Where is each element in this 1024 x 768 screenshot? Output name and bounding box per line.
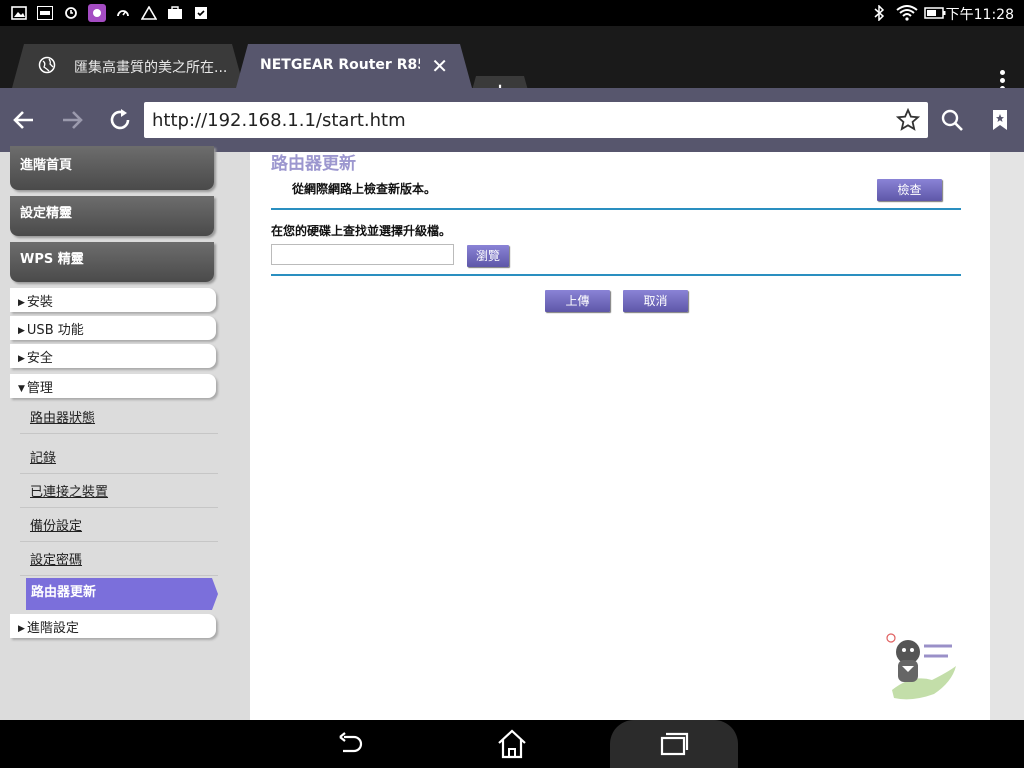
bluetooth-icon (870, 4, 888, 22)
close-icon[interactable]: ✕ (431, 54, 448, 78)
upload-button[interactable]: 上傳 (545, 290, 610, 312)
sidebar-item-label: 管理 (26, 381, 53, 396)
tab-inactive[interactable]: 匯集高畫質的美之所在... (12, 44, 244, 88)
search-icon[interactable] (938, 106, 966, 134)
triangle-down-icon: ▼ (18, 384, 25, 394)
triangle-right-icon: ▶ (18, 624, 25, 634)
watermark-logo (882, 626, 962, 706)
back-icon[interactable] (334, 728, 366, 760)
reload-icon[interactable] (106, 106, 134, 134)
router-page: 進階首頁 設定精靈 WPS 精靈 ▶ 安裝 ▶ USB 功能 ▶ 安全 ▼ 管理 路由器… (0, 146, 1024, 720)
globe-icon (38, 56, 56, 74)
sidebar-item-setup[interactable]: ▶ 安裝 (10, 288, 216, 312)
browser-toolbar (0, 88, 1024, 152)
sidebar-subitem-logs[interactable]: 記錄 (20, 440, 218, 474)
url-input[interactable] (152, 108, 892, 132)
sidebar-subitem-label: 設定密碼 (30, 553, 83, 568)
url-bar[interactable] (144, 102, 928, 138)
triangle-right-icon: ▶ (18, 354, 25, 364)
sidebar-subitem-backup-settings[interactable]: 備份設定 (20, 508, 218, 542)
sidebar-item-label: 安全 (26, 351, 53, 366)
forward-arrow-icon[interactable] (58, 106, 86, 134)
page-title: 路由器更新 (271, 154, 356, 174)
sidebar-item-label: 安裝 (26, 295, 53, 310)
tab-active[interactable]: NETGEAR Router R85... ✕ (236, 44, 472, 88)
gallery-icon (10, 4, 28, 22)
sidebar-item-security[interactable]: ▶ 安全 (10, 344, 216, 368)
clipboard-check-icon (192, 4, 210, 22)
sidebar-button-label: WPS 精靈 (20, 252, 84, 267)
sidebar-item-label: 進階設定 (26, 621, 79, 636)
sidebar-subitem-label: 路由器狀態 (30, 411, 96, 426)
sidebar-subitem-attached-devices[interactable]: 已連接之裝置 (20, 474, 218, 508)
locate-file-text: 在您的硬碟上查找並選擇升級檔。 (271, 224, 452, 238)
divider (271, 274, 961, 276)
triangle-right-icon: ▶ (18, 326, 25, 336)
tab-title: NETGEAR Router R85... (260, 57, 418, 73)
system-nav-bar (0, 720, 1024, 768)
home-icon[interactable] (496, 728, 528, 760)
status-bar: 下午11:28 (0, 0, 1024, 26)
sync-icon (62, 4, 80, 22)
sidebar-subitem-label: 記錄 (30, 451, 57, 466)
sidebar-setup-wizard-button[interactable]: 設定精靈 (10, 196, 214, 236)
store-icon (166, 4, 184, 22)
check-online-text: 從網際網路上檢查新版本。 (292, 182, 437, 196)
sidebar-subitem-router-update[interactable]: 路由器更新 (26, 578, 218, 610)
wifi-icon (894, 4, 920, 22)
sidebar-wps-wizard-button[interactable]: WPS 精靈 (10, 242, 214, 282)
sidebar-item-advanced-setup[interactable]: ▶ 進階設定 (10, 614, 216, 638)
asus-app-icon (36, 4, 54, 22)
speed-icon (114, 4, 132, 22)
back-arrow-icon[interactable] (10, 106, 38, 134)
main-content: 路由器更新 從網際網路上檢查新版本。 檢查 在您的硬碟上查找並選擇升級檔。 瀏覽… (250, 152, 990, 720)
status-clock: 下午11:28 (945, 7, 1014, 23)
sidebar-item-usb[interactable]: ▶ USB 功能 (10, 316, 216, 340)
file-path-input[interactable] (271, 244, 454, 265)
sidebar-subitem-router-status[interactable]: 路由器狀態 (20, 400, 218, 434)
battery-icon (922, 4, 948, 22)
sidebar-subitem-label: 路由器更新 (31, 585, 97, 600)
sidebar-item-label: USB 功能 (26, 323, 84, 338)
sidebar-item-administration[interactable]: ▼ 管理 (10, 374, 216, 398)
sidebar-subitem-label: 備份設定 (30, 519, 83, 534)
recent-apps-icon[interactable] (658, 728, 690, 760)
browse-button[interactable]: 瀏覽 (467, 245, 509, 267)
check-button[interactable]: 檢查 (877, 179, 942, 201)
tab-strip: 匯集高畫質的美之所在... NETGEAR Router R85... ✕ + (0, 26, 1024, 88)
app-notification-icon (88, 4, 106, 22)
sidebar-subitem-label: 已連接之裝置 (30, 485, 109, 500)
divider (271, 208, 961, 210)
sidebar-subitem-set-password[interactable]: 設定密碼 (20, 542, 218, 576)
bookmark-icon[interactable] (986, 106, 1014, 134)
drive-icon (140, 4, 158, 22)
sidebar-button-label: 進階首頁 (20, 158, 73, 173)
cancel-button[interactable]: 取消 (623, 290, 688, 312)
triangle-right-icon: ▶ (18, 298, 25, 308)
star-icon[interactable] (895, 107, 921, 132)
sidebar: 進階首頁 設定精靈 WPS 精靈 ▶ 安裝 ▶ USB 功能 ▶ 安全 ▼ 管理 路由器… (0, 146, 250, 720)
sidebar-button-label: 設定精靈 (20, 206, 73, 221)
tab-title: 匯集高畫質的美之所在... (74, 60, 228, 76)
page-gutter (990, 152, 1024, 720)
sidebar-advanced-home-button[interactable]: 進階首頁 (10, 146, 214, 190)
